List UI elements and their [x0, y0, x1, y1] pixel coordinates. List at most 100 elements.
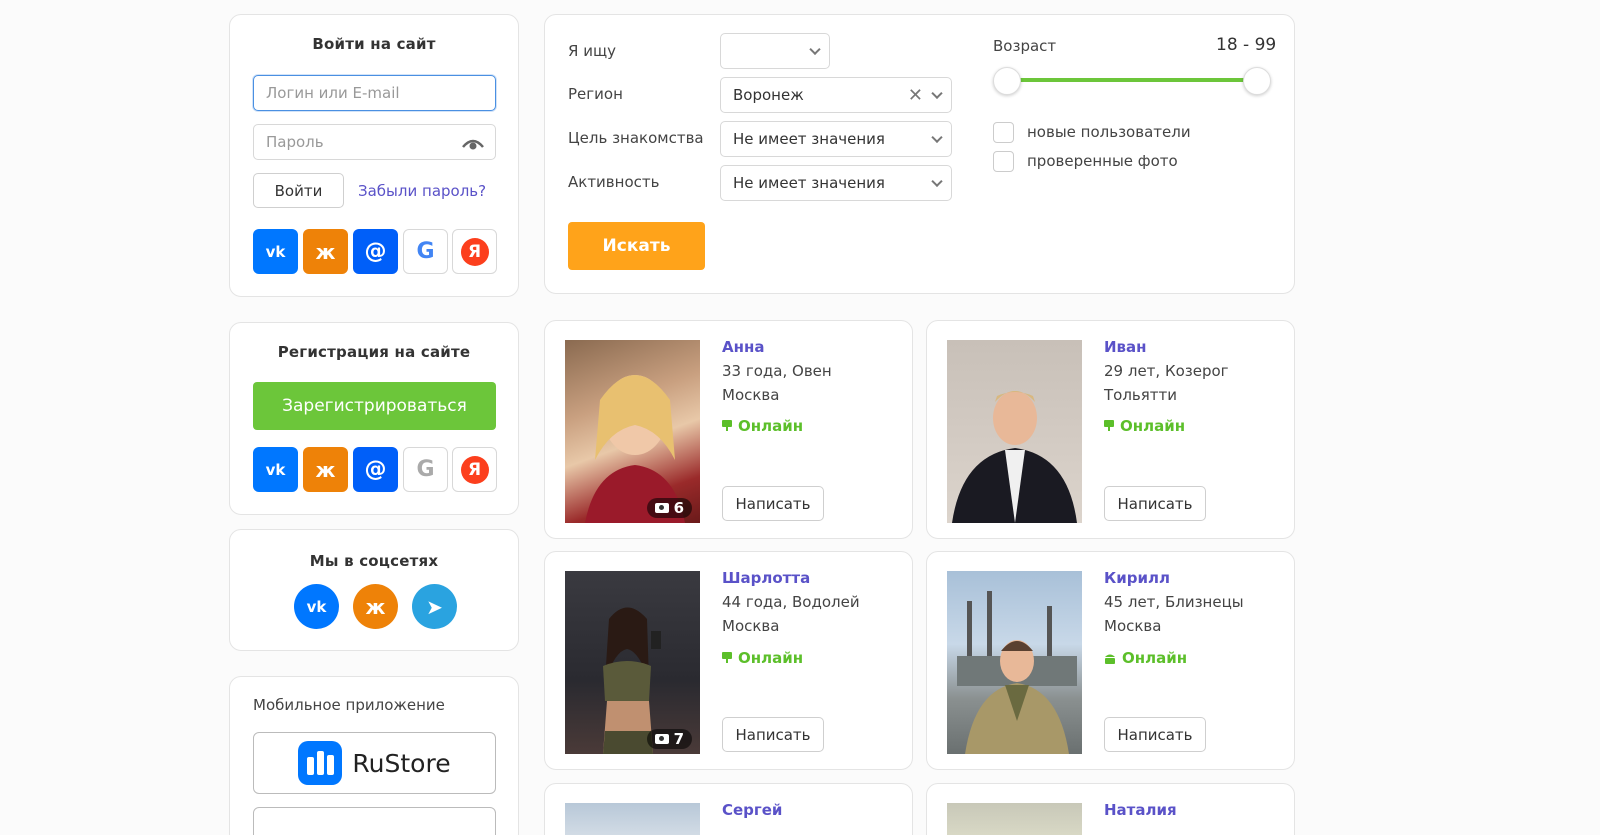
goal-label: Цель знакомства	[568, 129, 704, 147]
verified-photo-checkbox[interactable]	[993, 151, 1014, 172]
telegram-icon: ➤	[426, 594, 443, 619]
login-yandex-button[interactable]: Я	[452, 229, 497, 274]
social-vk-link[interactable]: vk	[294, 584, 339, 629]
camera-icon	[654, 503, 669, 513]
register-yandex-button[interactable]: Я	[452, 447, 497, 492]
verified-photo-label: проверенные фото	[1027, 152, 1178, 170]
chevron-down-icon	[931, 87, 943, 100]
profile-photo[interactable]	[565, 803, 700, 835]
profile-card-sergey[interactable]: Сергей	[544, 783, 913, 835]
profile-name[interactable]: Сергей	[722, 801, 782, 819]
login-button[interactable]: Войти	[253, 173, 344, 208]
password-input[interactable]: Пароль	[253, 124, 496, 160]
profile-photo[interactable]: 6	[565, 340, 700, 523]
camera-icon	[654, 734, 669, 744]
profile-card-natalia[interactable]: Наталия	[926, 783, 1295, 835]
login-ok-button[interactable]: ж	[303, 229, 348, 274]
person-silhouette	[585, 375, 685, 523]
forgot-password-link[interactable]: Забыли пароль?	[358, 182, 486, 200]
profile-card-ivan[interactable]: Иван 29 лет, Козерог Тольятти Онлайн Нап…	[926, 320, 1295, 539]
social-ok-link[interactable]: ж	[353, 584, 398, 629]
second-store-button[interactable]	[253, 807, 496, 835]
password-placeholder: Пароль	[266, 133, 324, 151]
profile-name[interactable]: Кирилл	[1104, 569, 1170, 587]
mobile-app-title: Мобильное приложение	[253, 696, 445, 714]
write-message-button[interactable]: Написать	[1104, 717, 1206, 752]
new-users-label: новые пользователи	[1027, 123, 1191, 141]
login-card: Войти на сайт Логин или E-mail Пароль Во…	[229, 14, 519, 297]
online-status: Онлайн	[722, 417, 803, 435]
register-ok-button[interactable]: ж	[303, 447, 348, 492]
register-mail-button[interactable]: @	[353, 447, 398, 492]
write-message-button[interactable]: Написать	[722, 486, 824, 521]
age-range-value: 18 - 99	[1216, 35, 1277, 55]
social-networks-title: Мы в соцсетях	[309, 552, 439, 570]
monitor-icon	[722, 652, 732, 663]
profile-city: Москва	[1104, 617, 1162, 635]
login-google-button[interactable]: G	[403, 229, 448, 274]
google-icon: G	[416, 457, 435, 482]
profile-photo[interactable]	[947, 340, 1082, 523]
activity-label: Активность	[568, 173, 660, 191]
write-message-button[interactable]: Написать	[1104, 486, 1206, 521]
search-panel: Я ищу Регион Воронеж ✕ Цель знакомства Н…	[544, 14, 1295, 294]
register-card: Регистрация на сайте Зарегистрироваться …	[229, 322, 519, 515]
photo-count: 7	[646, 729, 692, 749]
search-button[interactable]: Искать	[568, 222, 705, 270]
google-icon: G	[416, 239, 435, 264]
activity-select[interactable]: Не имеет значения	[720, 165, 952, 201]
ok-icon: ж	[315, 239, 336, 264]
profile-name[interactable]: Наталия	[1104, 801, 1177, 819]
age-slider-min-handle[interactable]	[993, 67, 1021, 95]
profile-card-anna[interactable]: 6 Анна 33 года, Овен Москва Онлайн Напис…	[544, 320, 913, 539]
online-status: Онлайн	[1104, 649, 1187, 667]
mail-icon: @	[364, 457, 387, 482]
profile-photo[interactable]: 7	[565, 571, 700, 754]
new-users-checkbox[interactable]	[993, 122, 1014, 143]
rustore-label: RuStore	[352, 748, 451, 778]
chevron-down-icon	[931, 175, 943, 188]
login-input[interactable]: Логин или E-mail	[253, 75, 496, 111]
login-vk-button[interactable]: vk	[253, 229, 298, 274]
age-label: Возраст	[993, 37, 1057, 55]
looking-for-select[interactable]	[720, 33, 830, 69]
region-select[interactable]: Воронеж ✕	[720, 77, 952, 113]
chevron-down-icon	[931, 131, 943, 144]
monitor-icon	[1104, 420, 1114, 431]
profile-city: Москва	[722, 386, 780, 404]
profile-name[interactable]: Иван	[1104, 338, 1147, 356]
clear-icon[interactable]: ✕	[908, 85, 923, 106]
rustore-button[interactable]: RuStore	[253, 732, 496, 794]
profile-city: Тольятти	[1104, 386, 1178, 404]
profile-card-kirill[interactable]: Кирилл 45 лет, Близнецы Москва Онлайн На…	[926, 551, 1295, 770]
write-message-button[interactable]: Написать	[722, 717, 824, 752]
yandex-icon: Я	[460, 237, 489, 266]
profile-name[interactable]: Шарлотта	[722, 569, 810, 587]
mail-icon: @	[364, 239, 387, 264]
login-mail-button[interactable]: @	[353, 229, 398, 274]
person-silhouette	[957, 591, 1077, 754]
region-label: Регион	[568, 85, 623, 103]
mobile-app-card: Мобильное приложение RuStore	[229, 676, 519, 835]
register-button[interactable]: Зарегистрироваться	[253, 382, 496, 430]
social-telegram-link[interactable]: ➤	[412, 584, 457, 629]
profile-name[interactable]: Анна	[722, 338, 764, 356]
social-networks-card: Мы в соцсетях vk ж ➤	[229, 529, 519, 651]
person-silhouette	[603, 607, 661, 754]
profile-photo[interactable]	[947, 803, 1082, 835]
goal-select[interactable]: Не имеет значения	[720, 121, 952, 157]
activity-value: Не имеет значения	[733, 174, 885, 192]
register-vk-button[interactable]: vk	[253, 447, 298, 492]
profile-info: 33 года, Овен	[722, 362, 832, 380]
yandex-icon: Я	[460, 455, 489, 484]
age-slider-max-handle[interactable]	[1243, 67, 1271, 95]
profile-photo[interactable]	[947, 571, 1082, 754]
show-password-icon[interactable]	[461, 135, 485, 151]
age-slider-track[interactable]	[1007, 78, 1257, 82]
person-silhouette	[952, 391, 1077, 523]
chevron-down-icon	[809, 43, 821, 56]
goal-value: Не имеет значения	[733, 130, 885, 148]
profile-info: 45 лет, Близнецы	[1104, 593, 1244, 611]
register-google-button[interactable]: G	[403, 447, 448, 492]
profile-card-charlotte[interactable]: 7 Шарлотта 44 года, Водолей Москва Онлай…	[544, 551, 913, 770]
